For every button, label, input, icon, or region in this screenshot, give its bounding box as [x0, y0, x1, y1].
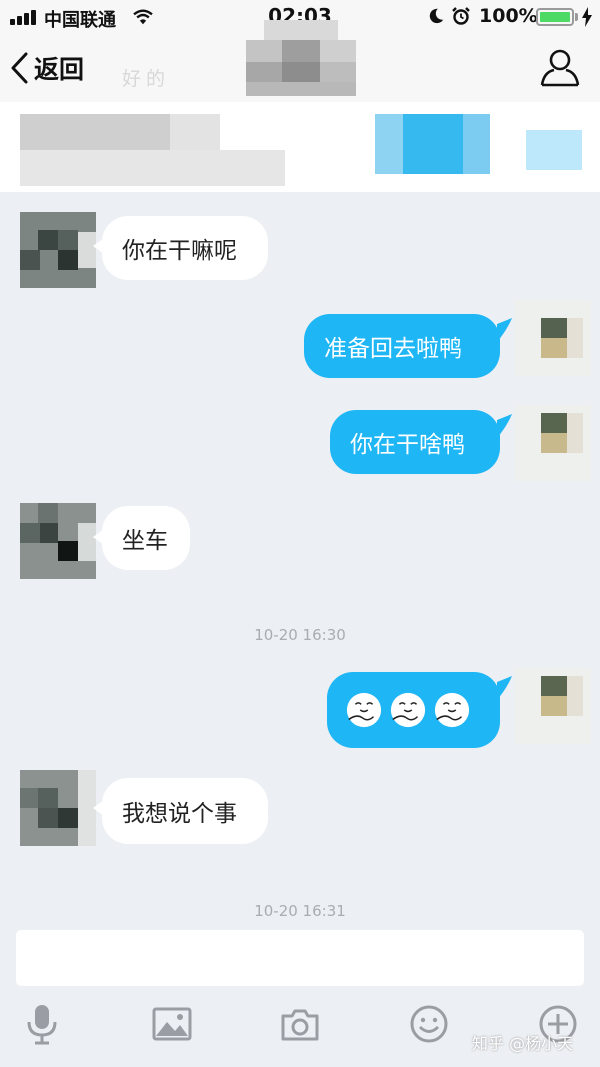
contact-name-blurred	[246, 20, 356, 102]
contact-avatar[interactable]	[20, 770, 96, 846]
chevron-left-icon	[11, 52, 28, 84]
outgoing-sticker-message[interactable]	[327, 672, 500, 748]
message-text: 我想说个事	[122, 801, 237, 827]
battery-percent: 100%	[479, 5, 538, 27]
camera-icon[interactable]	[278, 1002, 322, 1046]
message-timestamp: 10-20 16:31	[254, 902, 346, 920]
incoming-message[interactable]: 坐车	[102, 506, 190, 570]
user-profile-icon[interactable]	[538, 44, 582, 88]
my-avatar[interactable]	[515, 668, 591, 744]
nav-bar: 返回 好的	[0, 20, 600, 102]
banner-icon-blurred[interactable]	[526, 130, 582, 170]
banner-text-blurred	[20, 114, 285, 186]
microphone-icon[interactable]	[20, 1002, 64, 1046]
battery-tip	[575, 13, 578, 21]
contact-avatar[interactable]	[20, 503, 96, 579]
bubble-tail	[497, 676, 512, 700]
my-avatar[interactable]	[515, 405, 591, 481]
back-button[interactable]: 返回	[8, 48, 84, 88]
hug-emoji-icon	[434, 692, 470, 728]
my-avatar[interactable]	[515, 300, 591, 376]
message-input[interactable]	[16, 930, 584, 986]
outgoing-message[interactable]: 准备回去啦鸭	[304, 314, 500, 378]
incoming-message[interactable]: 我想说个事	[102, 778, 268, 844]
outgoing-message[interactable]: 你在干啥鸭	[330, 410, 500, 474]
faded-text: 好的	[122, 68, 171, 90]
do-not-disturb-icon	[429, 8, 444, 24]
message-text: 准备回去啦鸭	[324, 336, 462, 362]
message-text: 坐车	[122, 528, 168, 554]
hug-emoji-icon	[390, 692, 426, 728]
contact-avatar[interactable]	[20, 212, 96, 288]
image-icon[interactable]	[150, 1002, 194, 1046]
message-text: 你在干啥鸭	[350, 432, 465, 458]
incoming-message[interactable]: 你在干嘛呢	[102, 216, 268, 280]
battery-icon	[536, 8, 574, 26]
watermark: 知乎 @杨小天	[472, 1034, 574, 1053]
bubble-tail	[497, 414, 512, 438]
emoji-icon[interactable]	[407, 1002, 451, 1046]
alarm-icon	[452, 7, 470, 25]
back-label: 返回	[34, 55, 85, 84]
message-timestamp: 10-20 16:30	[254, 626, 346, 644]
banner-button-blurred[interactable]	[375, 114, 490, 174]
bubble-tail	[497, 318, 512, 342]
charging-bolt-icon	[582, 7, 592, 27]
hug-emoji-icon	[346, 692, 382, 728]
message-text: 你在干嘛呢	[122, 238, 237, 264]
chat-info-banner[interactable]	[0, 102, 600, 192]
